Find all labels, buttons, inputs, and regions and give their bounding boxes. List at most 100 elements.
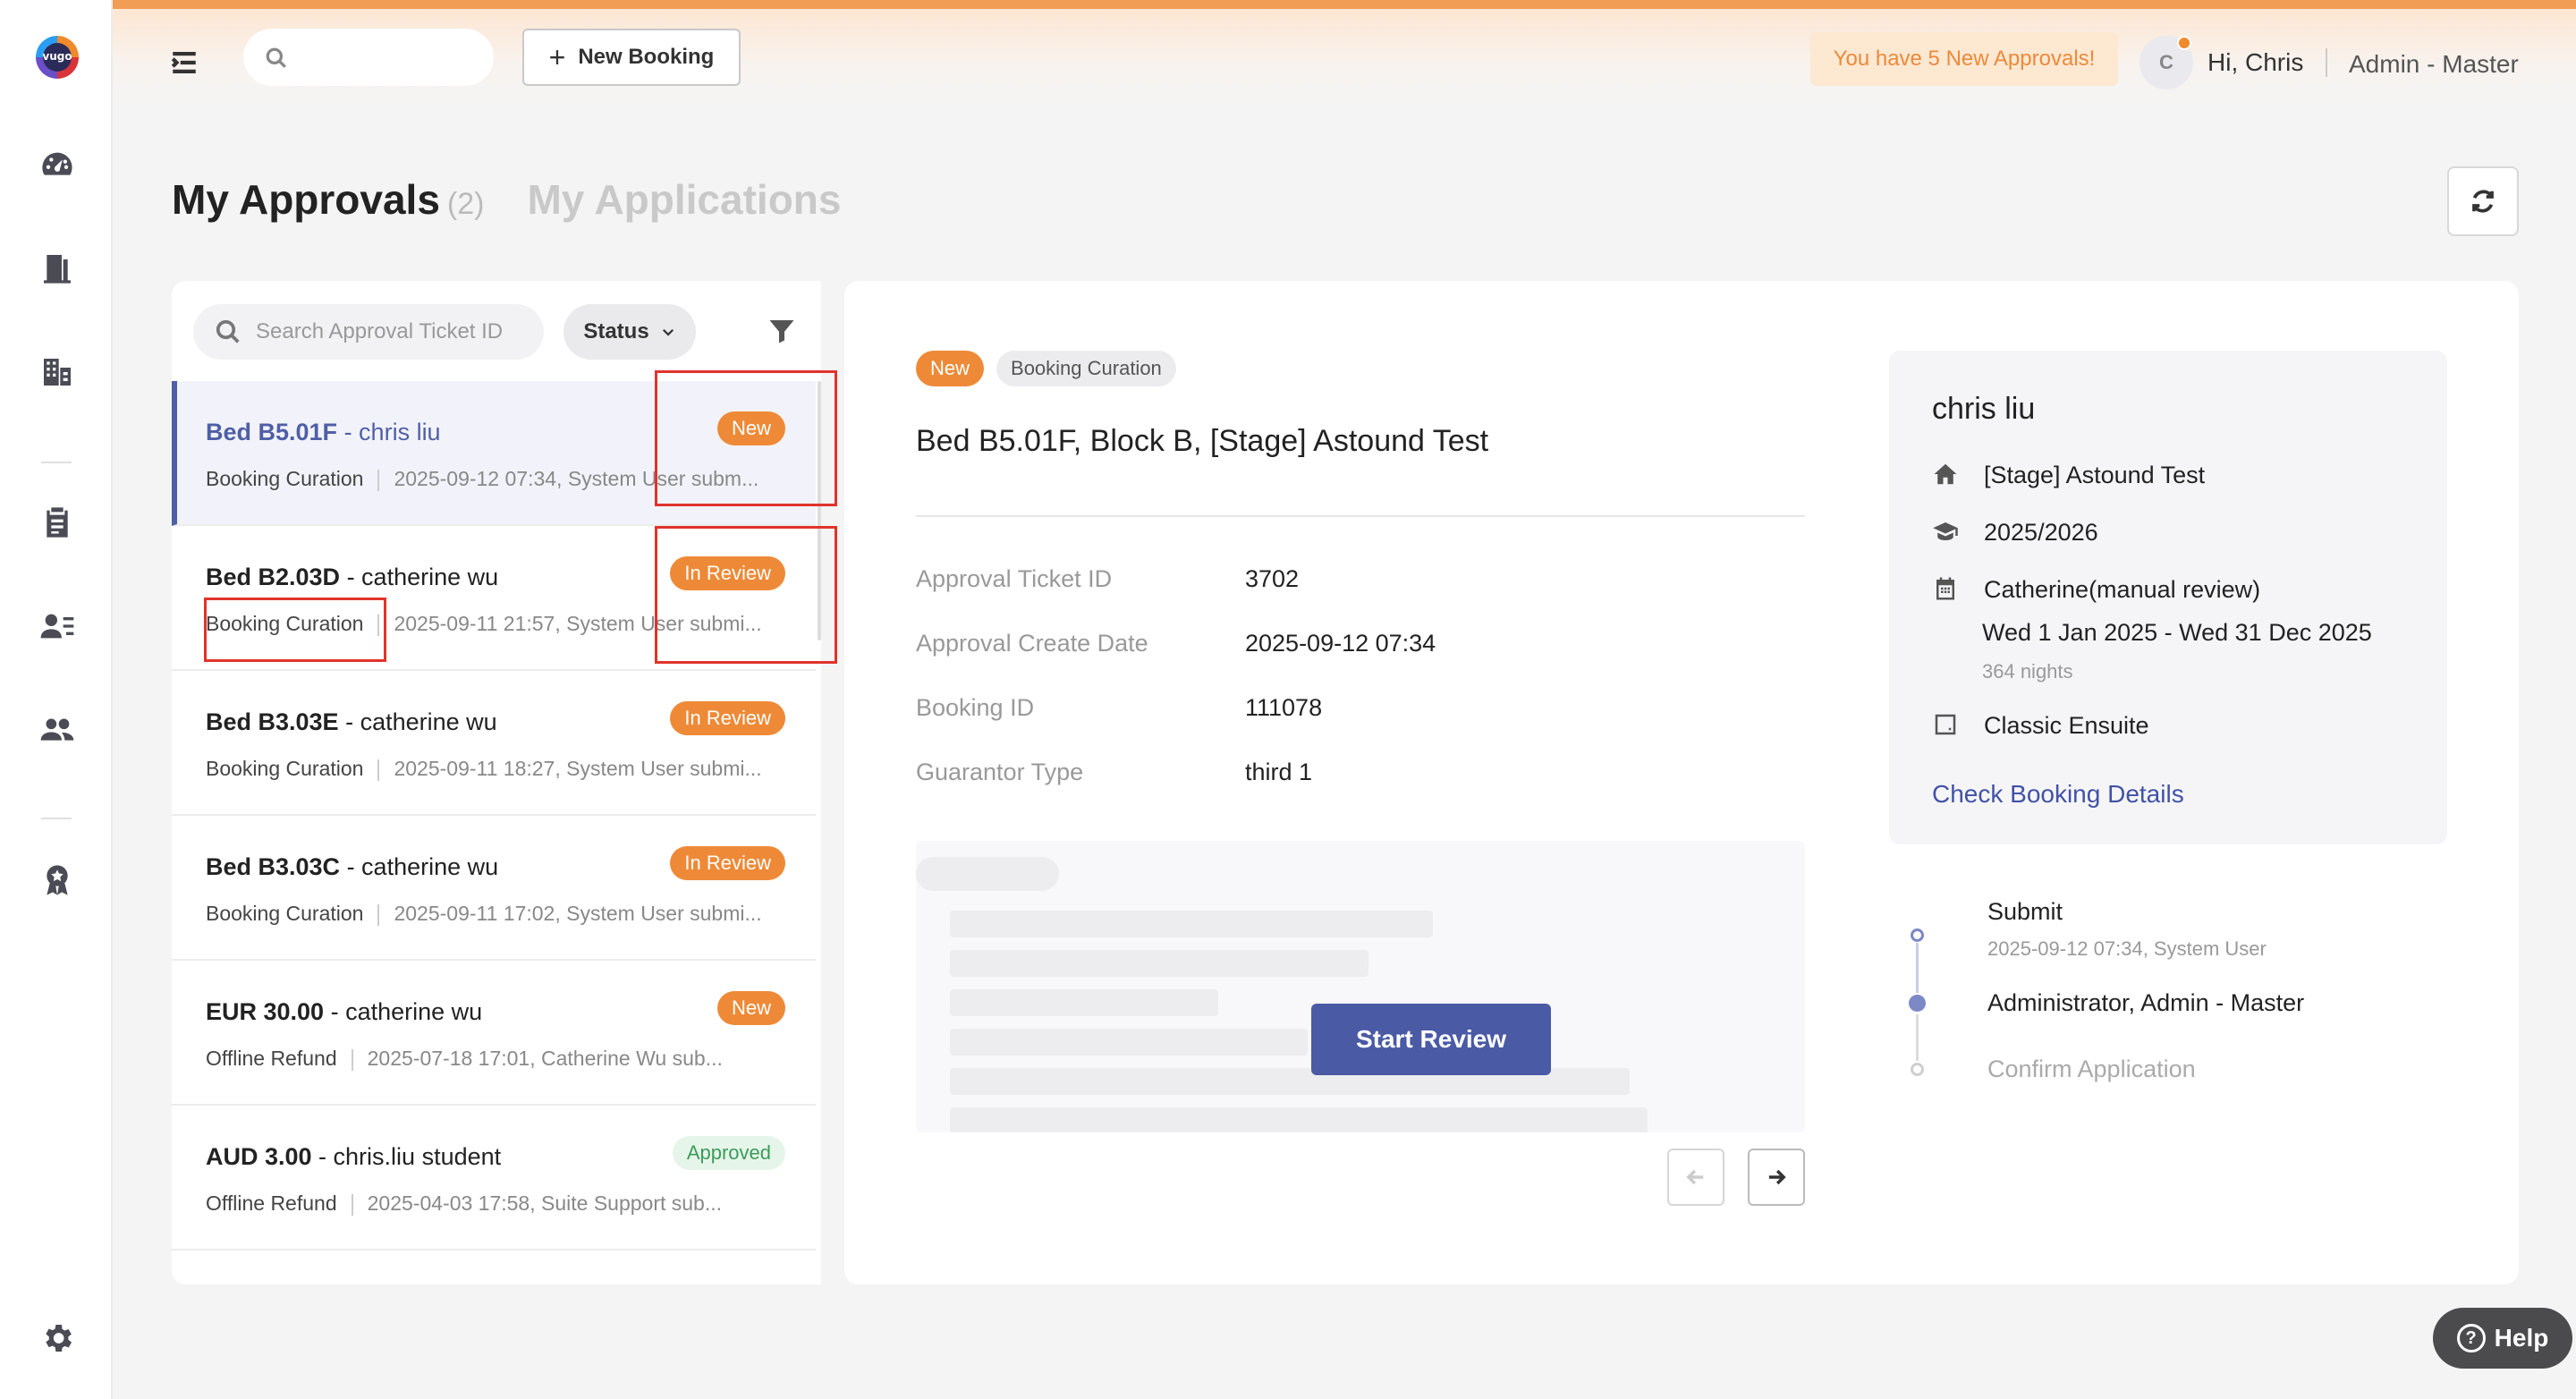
page-tabs: My Approvals (2) My Applications	[172, 175, 841, 224]
dashboard-icon[interactable]	[36, 143, 79, 186]
room-icon	[1935, 714, 1956, 735]
help-label: Help	[2494, 1324, 2549, 1352]
question-icon: ?	[2456, 1324, 2486, 1352]
type-badge: Booking Curation	[996, 351, 1176, 386]
status-badge: Approved	[672, 1136, 785, 1170]
new-booking-label: New Booking	[578, 45, 715, 69]
global-search-input[interactable]	[243, 29, 494, 86]
list-item-title: AUD 3.00 - chris.liu student	[206, 1143, 502, 1170]
left-nav-rail: vugo	[0, 0, 113, 1399]
filter-icon[interactable]	[766, 315, 798, 347]
approval-search-placeholder: Search Approval Ticket ID	[256, 319, 504, 343]
field-label: Approval Ticket ID	[916, 565, 1113, 592]
list-item-title: Bed B3.03C - catherine wu	[206, 853, 499, 880]
field-value: third 1	[1245, 759, 1313, 785]
applicant-name: chris liu	[1932, 392, 2036, 426]
contract-dates: Wed 1 Jan 2025 - Wed 31 Dec 2025	[1982, 619, 2372, 646]
users-icon[interactable]	[36, 708, 79, 751]
tab-my-approvals[interactable]: My Approvals	[172, 175, 440, 224]
list-item-meta: Offline Refund 2025-04-03 17:58, Suite Su…	[206, 1191, 723, 1216]
check-booking-details-link[interactable]: Check Booking Details	[1932, 780, 2184, 809]
approval-search-input[interactable]: Search Approval Ticket ID	[193, 304, 544, 360]
contacts-icon[interactable]	[36, 605, 79, 648]
search-icon	[216, 319, 240, 343]
clipboard-icon[interactable]	[36, 501, 79, 544]
settings-icon[interactable]	[36, 1317, 79, 1360]
search-icon	[266, 47, 286, 68]
property-name: [Stage] Astound Test	[1984, 462, 2206, 488]
approval-timeline: Submit 2025-09-12 07:34, System User Adm…	[1909, 898, 2445, 1113]
contract-name: Catherine(manual review)	[1984, 576, 2261, 603]
award-icon[interactable]	[36, 859, 79, 902]
detail-badges: New Booking Curation	[916, 351, 1176, 386]
room-type-row: Classic Ensuite	[1932, 712, 2149, 740]
timeline-dot	[1911, 1063, 1924, 1076]
list-item[interactable]: Bed B3.03E - catherine wu Booking Curati…	[172, 671, 816, 816]
list-item-title: Bed B3.03E - catherine wu	[206, 708, 497, 735]
detail-title: Bed B5.01F, Block B, [Stage] Astound Tes…	[916, 424, 1489, 458]
list-item[interactable]	[172, 1251, 816, 1285]
start-review-button[interactable]: Start Review	[1311, 1004, 1551, 1075]
avatar[interactable]: C	[2140, 36, 2193, 89]
app-logo[interactable]: vugo	[36, 36, 79, 79]
refresh-icon	[2472, 190, 2494, 213]
rail-divider	[41, 462, 72, 463]
top-bar: + New Booking You have 5 New Approvals! …	[113, 0, 2576, 113]
review-placeholder: Start Review	[916, 841, 1805, 1132]
field-label: Booking ID	[916, 694, 1035, 721]
academic-year-row: 2025/2026	[1932, 519, 2098, 547]
list-item-meta: Offline Refund 2025-07-18 17:01, Catherin…	[206, 1047, 723, 1071]
building-icon[interactable]	[36, 351, 79, 394]
timeline-step: Administrator, Admin - Master	[1987, 989, 2305, 1016]
list-item[interactable]: EUR 30.00 - catherine wu Offline Refund 2…	[172, 961, 816, 1106]
approvals-count: (2)	[446, 187, 485, 221]
status-badge: In Review	[670, 701, 785, 735]
graduation-cap-icon	[1933, 522, 1958, 540]
academic-year: 2025/2026	[1984, 519, 2098, 546]
avatar-initial: C	[2159, 51, 2174, 73]
field-value: 2025-09-12 07:34	[1245, 630, 1436, 657]
menu-toggle-icon[interactable]	[166, 45, 202, 81]
timeline-step-meta: 2025-09-12 07:34, System User	[1987, 937, 2267, 960]
calendar-icon	[1936, 577, 1954, 600]
chevron-down-icon	[662, 328, 674, 336]
detail-divider	[916, 515, 1805, 517]
user-greeting[interactable]: Hi, Chris	[2207, 48, 2303, 77]
approval-list: Bed B5.01F - chris liu Booking Curation 2…	[172, 381, 821, 1285]
list-item[interactable]: AUD 3.00 - chris.liu student Offline Ref…	[172, 1106, 816, 1251]
field-value: 111078	[1245, 694, 1323, 721]
new-booking-button[interactable]: + New Booking	[522, 29, 741, 86]
timeline-line	[1916, 943, 1919, 993]
user-role[interactable]: Admin - Master	[2349, 50, 2519, 79]
app-logo-text: vugo	[42, 50, 72, 63]
booking-info-card: chris liu [Stage] Astound Test 2025/2026…	[1889, 351, 2447, 844]
annotation-box	[655, 370, 837, 506]
next-page-button[interactable]	[1748, 1149, 1805, 1206]
header-divider	[2326, 48, 2327, 77]
field-value: 3702	[1245, 565, 1300, 592]
annotation-box	[655, 526, 837, 664]
tab-my-applications[interactable]: My Applications	[527, 175, 841, 224]
status-badge: In Review	[670, 846, 785, 880]
help-button[interactable]: ? Help	[2433, 1308, 2572, 1369]
contract-row: Catherine(manual review)	[1932, 576, 2260, 604]
status-filter-dropdown[interactable]: Status	[564, 304, 696, 360]
status-filter-label: Status	[583, 319, 649, 343]
timeline-dot	[1911, 928, 1924, 942]
prev-page-button[interactable]	[1667, 1149, 1724, 1206]
new-approvals-alert[interactable]: You have 5 New Approvals!	[1810, 32, 2118, 86]
room-type: Classic Ensuite	[1984, 712, 2149, 739]
door-icon[interactable]	[36, 247, 79, 290]
refresh-button[interactable]	[2447, 166, 2519, 236]
timeline-dot	[1909, 995, 1926, 1012]
list-item[interactable]: Bed B3.03C - catherine wu Booking Curati…	[172, 816, 816, 961]
list-item-title: Bed B5.01F - chris liu	[206, 419, 441, 445]
notification-dot	[2177, 36, 2191, 50]
field-label: Approval Create Date	[916, 630, 1148, 657]
status-badge: New	[916, 351, 985, 386]
list-item-meta: Booking Curation 2025-09-11 17:02, System…	[206, 902, 762, 926]
arrow-left-icon	[1686, 1169, 1704, 1185]
status-badge: New	[716, 991, 785, 1025]
list-item-title: EUR 30.00 - catherine wu	[206, 998, 483, 1025]
list-item-meta: Booking Curation 2025-09-11 18:27, System…	[206, 757, 762, 781]
